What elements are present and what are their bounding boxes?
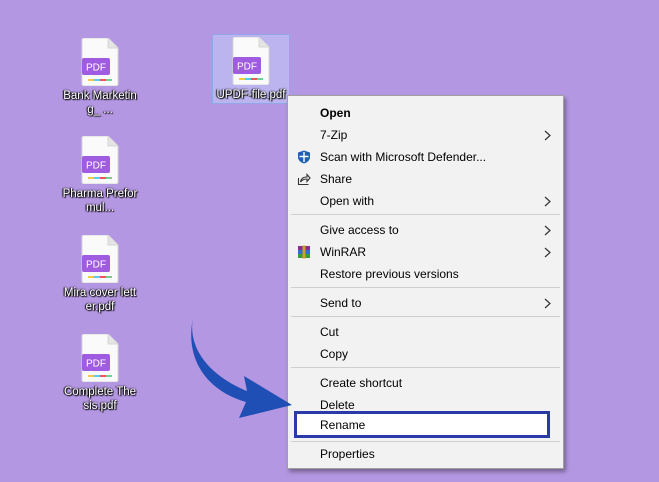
menu-item-label: Scan with Microsoft Defender...	[320, 150, 487, 164]
menu-item-label: Create shortcut	[320, 376, 403, 390]
desktop-file-pharma[interactable]: PDF Pharma Preformul...	[62, 134, 138, 215]
menu-item-cut[interactable]: Cut	[288, 321, 563, 343]
pdf-file-icon: PDF	[81, 136, 119, 184]
menu-item-scan-defender[interactable]: Scan with Microsoft Defender...	[288, 146, 563, 168]
desktop-file-label: Pharma Preformul...	[62, 188, 138, 214]
pdf-file-icon: PDF	[81, 235, 119, 283]
menu-item-give-access[interactable]: Give access to	[288, 219, 563, 241]
pdf-file-icon: PDF	[81, 334, 119, 382]
svg-text:PDF: PDF	[86, 359, 106, 370]
menu-item-rename[interactable]: Rename	[288, 414, 548, 436]
menu-separator	[291, 214, 560, 215]
menu-item-label: Properties	[320, 447, 375, 461]
desktop-file-updf-selected[interactable]: PDF UPDF-file.pdf	[212, 34, 290, 104]
svg-text:PDF: PDF	[86, 63, 106, 74]
chevron-right-icon	[544, 247, 551, 258]
svg-text:PDF: PDF	[86, 260, 106, 271]
menu-item-label: WinRAR	[320, 245, 367, 259]
chevron-right-icon	[544, 225, 551, 236]
menu-item-properties[interactable]: Properties	[288, 443, 563, 465]
menu-item-create-shortcut[interactable]: Create shortcut	[288, 372, 563, 394]
chevron-right-icon	[544, 298, 551, 309]
desktop-file-bank-marketing[interactable]: PDF Bank Marketing_ ...	[62, 36, 138, 117]
svg-text:PDF: PDF	[237, 62, 257, 73]
menu-item-label: Restore previous versions	[320, 267, 459, 281]
menu-item-open[interactable]: Open	[288, 102, 563, 124]
share-icon	[297, 173, 311, 186]
menu-item-label: Open	[320, 106, 351, 120]
desktop-file-label: Complete Thesis.pdf	[63, 386, 137, 412]
menu-item-winrar[interactable]: WinRAR	[288, 241, 563, 263]
menu-item-open-with[interactable]: Open with	[288, 190, 563, 212]
menu-item-label: Cut	[320, 325, 339, 339]
menu-separator	[291, 287, 560, 288]
desktop-file-label: Mira cover letter.pdf	[63, 287, 137, 313]
menu-item-label: Send to	[320, 296, 362, 310]
menu-separator	[291, 367, 560, 368]
desktop-file-complete-thesis[interactable]: PDF Complete Thesis.pdf	[62, 332, 138, 413]
desktop-file-mira-cover-letter[interactable]: PDF Mira cover letter.pdf	[62, 233, 138, 314]
pdf-file-icon: PDF	[81, 38, 119, 86]
menu-separator	[291, 316, 560, 317]
menu-item-share[interactable]: Share	[288, 168, 563, 190]
desktop-file-label: Bank Marketing_ ...	[63, 90, 137, 116]
menu-item-label: Open with	[320, 194, 375, 208]
pdf-file-icon: PDF	[232, 37, 270, 85]
menu-item-label: Share	[320, 172, 353, 186]
chevron-right-icon	[544, 196, 551, 207]
menu-item-restore-previous-versions[interactable]: Restore previous versions	[288, 263, 563, 285]
winrar-icon	[298, 245, 310, 259]
desktop-file-label: UPDF-file.pdf	[216, 89, 286, 101]
menu-separator	[291, 441, 560, 442]
arrow-body	[191, 318, 292, 418]
menu-item-7zip[interactable]: 7-Zip	[288, 124, 563, 146]
svg-text:PDF: PDF	[86, 161, 106, 172]
menu-item-send-to[interactable]: Send to	[288, 292, 563, 314]
defender-shield-icon	[298, 150, 310, 164]
menu-item-label: Copy	[320, 347, 349, 361]
menu-item-label: Delete	[320, 398, 355, 412]
menu-item-copy[interactable]: Copy	[288, 343, 563, 365]
menu-item-label: Rename	[320, 418, 366, 432]
chevron-right-icon	[544, 130, 551, 141]
menu-item-label: Give access to	[320, 223, 399, 237]
menu-item-label: 7-Zip	[320, 128, 348, 142]
